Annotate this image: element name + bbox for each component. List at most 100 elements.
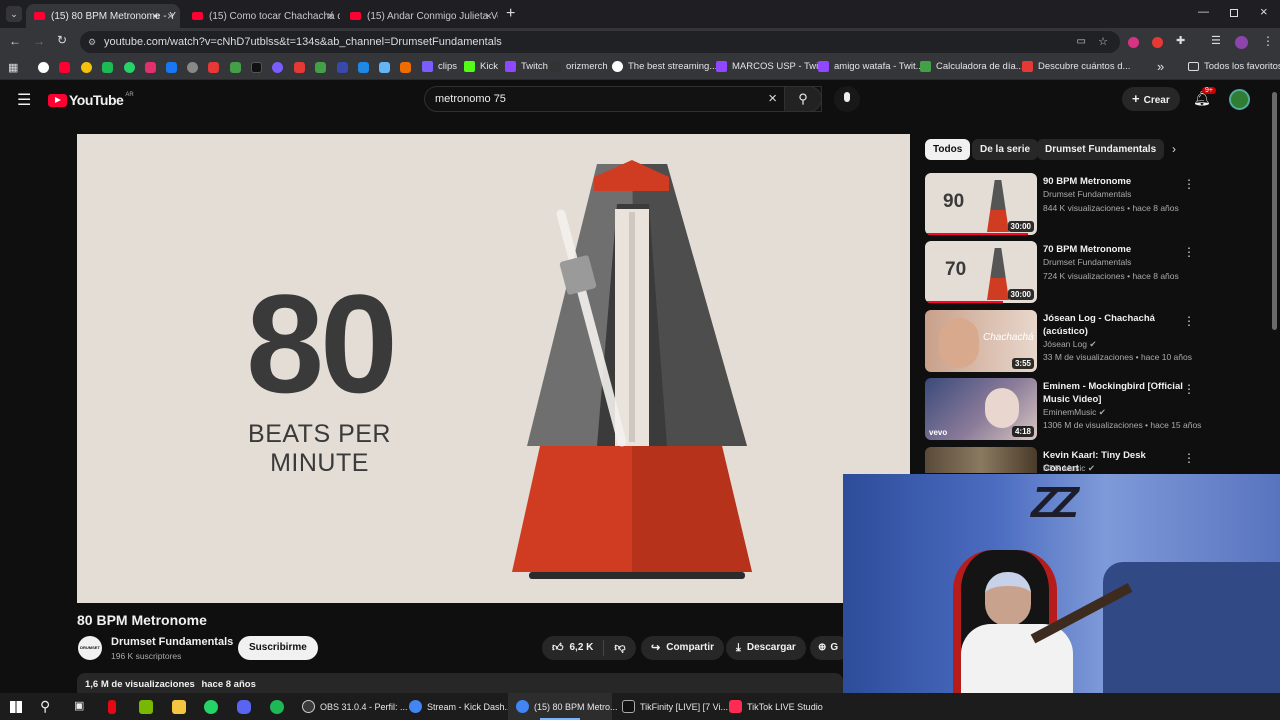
chip-de-la-serie[interactable]: De la serie bbox=[972, 139, 1039, 160]
recommendation-item[interactable]: 90 30:00 90 BPM Metronome Drumset Fundam… bbox=[925, 173, 1275, 237]
back-icon[interactable]: ← bbox=[9, 34, 21, 48]
recommendation-channel[interactable]: Drumset Fundamentals bbox=[1043, 257, 1131, 267]
discord-icon[interactable] bbox=[237, 700, 251, 714]
video-thumbnail[interactable]: 90 30:00 bbox=[925, 173, 1037, 235]
close-icon[interactable]: × bbox=[485, 9, 492, 23]
chip-drumset-fundamentals[interactable]: Drumset Fundamentals bbox=[1037, 139, 1165, 160]
browser-tab-2[interactable]: (15) Como tocar Chachachá de × bbox=[184, 4, 340, 28]
tiktok-bookmark-icon[interactable] bbox=[251, 62, 262, 73]
bookmark-icon-14[interactable] bbox=[315, 62, 326, 73]
search-input[interactable]: metronomo 75 × bbox=[424, 86, 822, 112]
video-thumbnail[interactable]: Chachachá 3:55 bbox=[925, 310, 1037, 372]
minimize-icon[interactable]: — bbox=[1198, 6, 1209, 18]
download-button[interactable]: ⤓ Descargar bbox=[726, 636, 806, 660]
taskbar-obs[interactable]: OBS 31.0.4 - Perfil: ... bbox=[302, 693, 408, 720]
apps-grid-icon[interactable]: ▦ bbox=[8, 61, 18, 74]
extension-icon-1[interactable] bbox=[1128, 37, 1139, 48]
recommendation-item[interactable]: Chachachá 3:55 Jósean Log - Chachachá (a… bbox=[925, 310, 1275, 374]
channel-name[interactable]: Drumset Fundamentals bbox=[111, 636, 233, 648]
all-bookmarks-folder[interactable]: Todos los favoritos bbox=[1188, 61, 1280, 72]
share-button[interactable]: ↪ Compartir bbox=[641, 636, 725, 660]
recommendation-item[interactable]: Kevin Kaarl: Tiny Desk Concert NPR Music… bbox=[925, 447, 1275, 473]
bookmark-star-icon[interactable]: ☆ bbox=[1098, 31, 1108, 53]
extensions-puzzle-icon[interactable]: ✚ bbox=[1176, 34, 1185, 47]
taskbar-chrome-kick[interactable]: Stream - Kick Dash... bbox=[409, 693, 512, 720]
taskbar-tiktok-live[interactable]: TikTok LIVE Studio bbox=[729, 693, 823, 720]
hamburger-menu-icon[interactable]: ☰ bbox=[17, 90, 31, 110]
search-button[interactable]: ⚲ bbox=[784, 86, 822, 112]
install-icon[interactable]: ▭ bbox=[1077, 31, 1086, 53]
bookmark-icon-4[interactable] bbox=[102, 62, 113, 73]
bookmark-orizmerch[interactable]: orizmerch bbox=[550, 61, 608, 72]
bookmark-icon-18[interactable] bbox=[400, 62, 411, 73]
bookmark-icon-12[interactable] bbox=[272, 62, 283, 73]
file-explorer-icon[interactable] bbox=[172, 700, 186, 714]
bookmarks-overflow-button[interactable]: » bbox=[1157, 59, 1164, 74]
bookmark-clips[interactable]: clips bbox=[422, 61, 457, 72]
channel-avatar[interactable]: DRUMSET bbox=[78, 636, 102, 660]
video-description-box[interactable]: 1,6 M de visualizaciones hace 8 años bbox=[77, 673, 843, 693]
bookmark-kick[interactable]: Kick bbox=[464, 61, 498, 72]
notifications-button[interactable]: 🔔︎ 9+ bbox=[1193, 87, 1216, 107]
bookmark-marcos-usp[interactable]: MARCOS USP - Twit... bbox=[716, 61, 829, 72]
more-options-icon[interactable]: ⋮ bbox=[1183, 177, 1195, 191]
reload-icon[interactable]: ↻ bbox=[57, 33, 67, 47]
recommendation-channel[interactable]: Jósean Log ✔︎ bbox=[1043, 339, 1096, 350]
search-icon[interactable]: ⚲ bbox=[40, 698, 50, 715]
recommendation-channel[interactable]: Drumset Fundamentals bbox=[1043, 189, 1131, 199]
youtube-logo[interactable]: YouTube AR bbox=[48, 92, 134, 108]
close-icon[interactable]: × bbox=[167, 9, 174, 23]
bookmark-icon-17[interactable] bbox=[379, 62, 390, 73]
bookmark-best-streaming[interactable]: The best streaming... bbox=[612, 61, 717, 72]
discord-bookmark-icon[interactable] bbox=[187, 62, 198, 73]
bookmark-icon-10[interactable] bbox=[230, 62, 241, 73]
spotify-icon[interactable] bbox=[270, 700, 284, 714]
speaker-icon[interactable]: 🔉︎ bbox=[154, 11, 160, 22]
taskbar-chrome-youtube[interactable]: (15) 80 BPM Metro... bbox=[508, 693, 618, 720]
like-button[interactable]: 👍︎ 6,2 K bbox=[542, 640, 605, 656]
windows-start-icon[interactable] bbox=[10, 701, 22, 713]
recommendation-item[interactable]: vevo 4:18 Eminem - Mockingbird [Official… bbox=[925, 378, 1275, 442]
create-button[interactable]: + Crear bbox=[1122, 87, 1180, 111]
video-thumbnail[interactable]: 70 30:00 bbox=[925, 241, 1037, 303]
netflix-icon[interactable] bbox=[108, 700, 116, 714]
bookmark-calculadora[interactable]: Calculadora de día... bbox=[920, 61, 1024, 72]
bookmark-icon-15[interactable] bbox=[337, 62, 348, 73]
reading-list-icon[interactable]: ☰ bbox=[1211, 34, 1221, 47]
recommendation-channel[interactable]: EminemMusic ✔︎ bbox=[1043, 407, 1106, 418]
clear-search-icon[interactable]: × bbox=[768, 87, 777, 111]
more-options-icon[interactable]: ⋮ bbox=[1183, 451, 1195, 465]
account-avatar[interactable] bbox=[1229, 89, 1250, 110]
more-options-icon[interactable]: ⋮ bbox=[1183, 314, 1195, 328]
recommendation-item[interactable]: 70 30:00 70 BPM Metronome Drumset Fundam… bbox=[925, 241, 1275, 305]
more-options-icon[interactable]: ⋮ bbox=[1183, 382, 1195, 396]
recommendation-channel[interactable]: NPR Music ✔︎ bbox=[1043, 463, 1095, 473]
bookmark-icon-7[interactable] bbox=[166, 62, 177, 73]
close-window-icon[interactable]: × bbox=[1260, 4, 1268, 19]
dislike-button[interactable]: 👎︎ bbox=[604, 636, 635, 661]
google-bookmark-icon[interactable] bbox=[38, 62, 49, 73]
tab-search-button[interactable]: ⌄ bbox=[6, 6, 22, 22]
video-thumbnail[interactable] bbox=[925, 447, 1037, 473]
new-tab-button[interactable]: + bbox=[506, 5, 515, 23]
site-info-icon[interactable]: ⚙ bbox=[88, 31, 96, 53]
more-options-icon[interactable]: ⋮ bbox=[1183, 245, 1195, 259]
subscribe-button[interactable]: Suscribirme bbox=[238, 636, 318, 660]
bookmark-amigo-watafa[interactable]: amigo watafa - Twit... bbox=[818, 61, 924, 72]
chips-next-icon[interactable]: › bbox=[1172, 142, 1176, 156]
page-scrollbar[interactable] bbox=[1272, 92, 1277, 330]
instagram-bookmark-icon[interactable] bbox=[145, 62, 156, 73]
task-view-icon[interactable]: ▣ bbox=[74, 699, 84, 712]
bookmark-twitch[interactable]: Twitch bbox=[505, 61, 548, 72]
video-player[interactable]: 80 BEATS PER MINUTE bbox=[77, 134, 910, 603]
browser-tab-1[interactable]: (15) 80 BPM Metronome - Y 🔉︎ × bbox=[26, 4, 180, 28]
address-bar[interactable]: ⚙ youtube.com/watch?v=cNhD7utblss&t=134s… bbox=[80, 31, 1120, 53]
browser-tab-3[interactable]: (15) Andar Conmigo Julieta Ven × bbox=[342, 4, 498, 28]
bookmark-icon-16[interactable] bbox=[358, 62, 369, 73]
video-thumbnail[interactable]: vevo 4:18 bbox=[925, 378, 1037, 440]
whatsapp-bookmark-icon[interactable] bbox=[124, 62, 135, 73]
close-icon[interactable]: × bbox=[327, 9, 334, 23]
chip-todos[interactable]: Todos bbox=[925, 139, 971, 160]
voice-search-button[interactable] bbox=[834, 86, 860, 112]
restore-icon[interactable] bbox=[1230, 9, 1238, 17]
